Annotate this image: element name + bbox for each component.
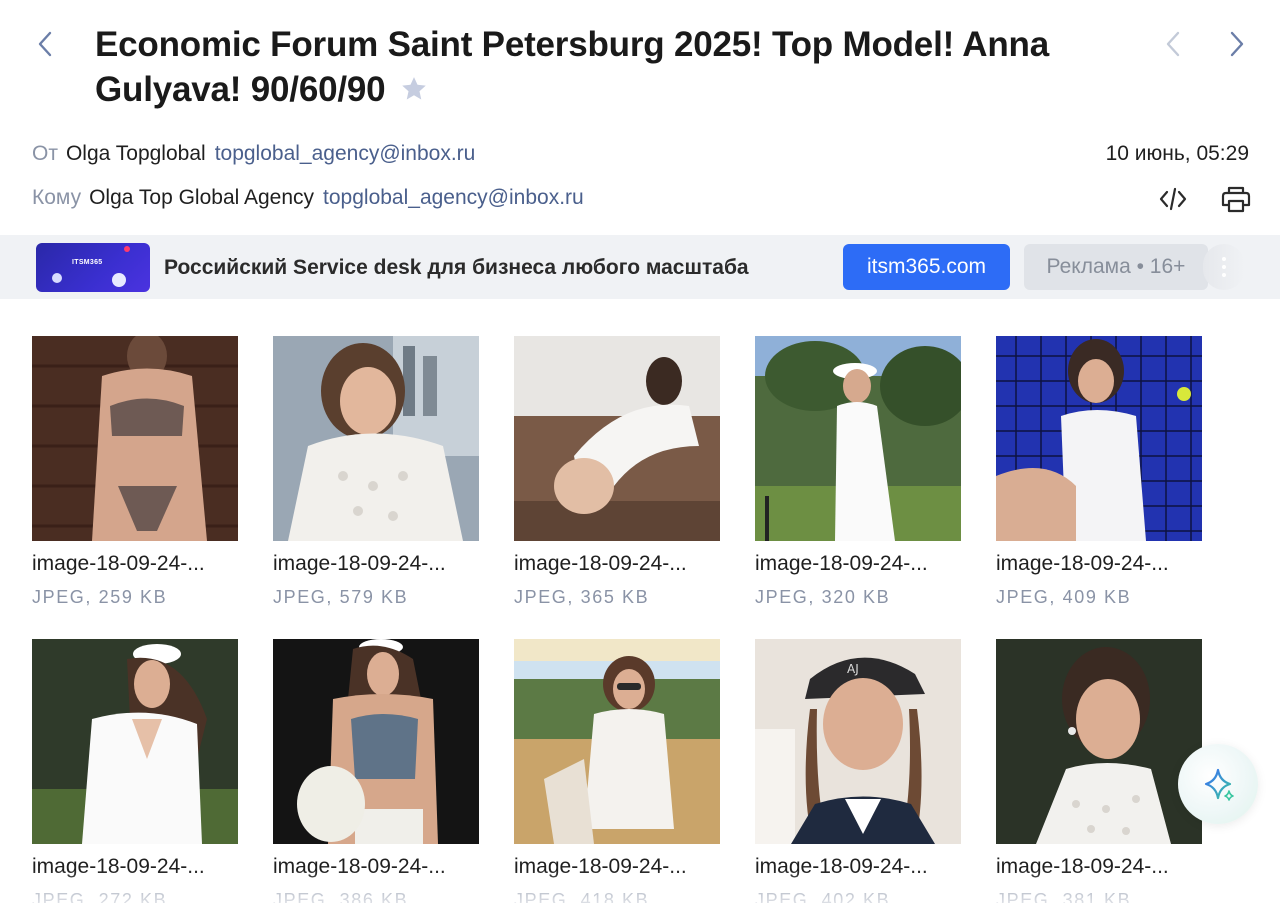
- attachment-meta: JPEG, 386 KB: [273, 890, 409, 903]
- ad-logo-text: ITSM365: [72, 259, 103, 266]
- attachment-item[interactable]: image-18-09-24-... JPEG, 579 KB: [273, 336, 479, 608]
- ad-title[interactable]: Российский Service desk для бизнеса любо…: [164, 255, 749, 281]
- attachment-name[interactable]: image-18-09-24-...: [755, 854, 961, 880]
- sparkle-icon: [1204, 768, 1234, 801]
- view-source-button[interactable]: [1155, 182, 1191, 216]
- previous-message-button[interactable]: [1156, 24, 1190, 64]
- ad-link-button[interactable]: itsm365.com: [843, 244, 1010, 290]
- attachment-name[interactable]: image-18-09-24-...: [996, 854, 1202, 880]
- message-date: 10 июнь, 05:29: [1105, 142, 1249, 165]
- attachment-meta: JPEG, 579 KB: [273, 587, 409, 607]
- to-row: Кому Olga Top Global Agency topglobal_agen…: [32, 185, 584, 211]
- attachment-name[interactable]: image-18-09-24-...: [273, 551, 479, 577]
- attachment-meta: JPEG, 402 KB: [755, 890, 891, 903]
- code-icon: [1159, 187, 1187, 211]
- attachment-thumbnail[interactable]: [514, 336, 720, 541]
- ad-label-badge: Реклама • 16+: [1024, 244, 1208, 290]
- from-label: От: [32, 142, 58, 165]
- more-vertical-icon: [1222, 257, 1226, 261]
- attachment-item[interactable]: image-18-09-24-... JPEG, 386 KB: [273, 639, 479, 903]
- attachment-meta: JPEG, 320 KB: [755, 587, 891, 607]
- attachment-name[interactable]: image-18-09-24-...: [755, 551, 961, 577]
- chevron-left-icon: [1166, 31, 1180, 57]
- attachment-name[interactable]: image-18-09-24-...: [514, 551, 720, 577]
- subject-text: Economic Forum Saint Petersburg 2025! To…: [95, 25, 1049, 109]
- chevron-right-icon: [1230, 31, 1244, 57]
- ad-banner[interactable]: ITSM365 Российский Service desk для бизн…: [0, 235, 1280, 299]
- attachment-thumbnail[interactable]: [996, 639, 1202, 844]
- attachment-meta: JPEG, 418 KB: [514, 890, 650, 903]
- from-row: От Olga Topglobal topglobal_agency@inbox.r…: [32, 141, 475, 167]
- star-icon[interactable]: [399, 74, 429, 104]
- attachment-meta: JPEG, 272 KB: [32, 890, 168, 903]
- message-subject: Economic Forum Saint Petersburg 2025! To…: [95, 22, 1105, 112]
- attachment-name[interactable]: image-18-09-24-...: [32, 551, 238, 577]
- attachment-item[interactable]: image-18-09-24-... JPEG, 272 KB: [32, 639, 238, 903]
- attachment-thumbnail[interactable]: [514, 639, 720, 844]
- recipient-name[interactable]: Olga Top Global Agency: [89, 186, 314, 209]
- attachment-thumbnail[interactable]: [32, 336, 238, 541]
- attachment-name[interactable]: image-18-09-24-...: [32, 854, 238, 880]
- attachment-item[interactable]: image-18-09-24-... JPEG, 320 KB: [755, 336, 961, 608]
- next-message-button[interactable]: [1220, 24, 1254, 64]
- to-label: Кому: [32, 186, 82, 209]
- attachment-item[interactable]: AJ image-18-09-24-... JPEG, 402 KB: [755, 639, 961, 903]
- recipient-email[interactable]: topglobal_agency@inbox.ru: [323, 186, 584, 209]
- attachment-thumbnail[interactable]: [273, 336, 479, 541]
- attachment-thumbnail[interactable]: [273, 639, 479, 844]
- ad-more-button[interactable]: [1203, 244, 1245, 290]
- chevron-left-icon: [38, 31, 52, 57]
- attachment-item[interactable]: image-18-09-24-... JPEG, 259 KB: [32, 336, 238, 608]
- attachment-name[interactable]: image-18-09-24-...: [996, 551, 1202, 577]
- attachment-thumbnail[interactable]: AJ: [755, 639, 961, 844]
- print-button[interactable]: [1218, 182, 1254, 216]
- attachment-thumbnail[interactable]: [996, 336, 1202, 541]
- attachment-item[interactable]: image-18-09-24-... JPEG, 365 KB: [514, 336, 720, 608]
- sender-name[interactable]: Olga Topglobal: [66, 142, 206, 165]
- attachment-name[interactable]: image-18-09-24-...: [514, 854, 720, 880]
- attachment-thumbnail[interactable]: [32, 639, 238, 844]
- attachment-name[interactable]: image-18-09-24-...: [273, 854, 479, 880]
- attachment-thumbnail[interactable]: [755, 336, 961, 541]
- ad-logo[interactable]: ITSM365: [36, 243, 150, 292]
- ai-assistant-button[interactable]: [1178, 744, 1258, 824]
- attachment-meta: JPEG, 365 KB: [514, 587, 650, 607]
- attachment-meta: JPEG, 409 KB: [996, 587, 1132, 607]
- sender-email[interactable]: topglobal_agency@inbox.ru: [215, 142, 476, 165]
- svg-text:AJ: AJ: [847, 662, 859, 676]
- attachment-meta: JPEG, 259 KB: [32, 587, 168, 607]
- attachment-item[interactable]: image-18-09-24-... JPEG, 418 KB: [514, 639, 720, 903]
- attachment-item[interactable]: image-18-09-24-... JPEG, 409 KB: [996, 336, 1202, 608]
- printer-icon: [1221, 186, 1251, 213]
- back-button[interactable]: [28, 24, 62, 64]
- attachment-meta: JPEG, 381 KB: [996, 890, 1132, 903]
- attachment-item[interactable]: image-18-09-24-... JPEG, 381 KB: [996, 639, 1202, 903]
